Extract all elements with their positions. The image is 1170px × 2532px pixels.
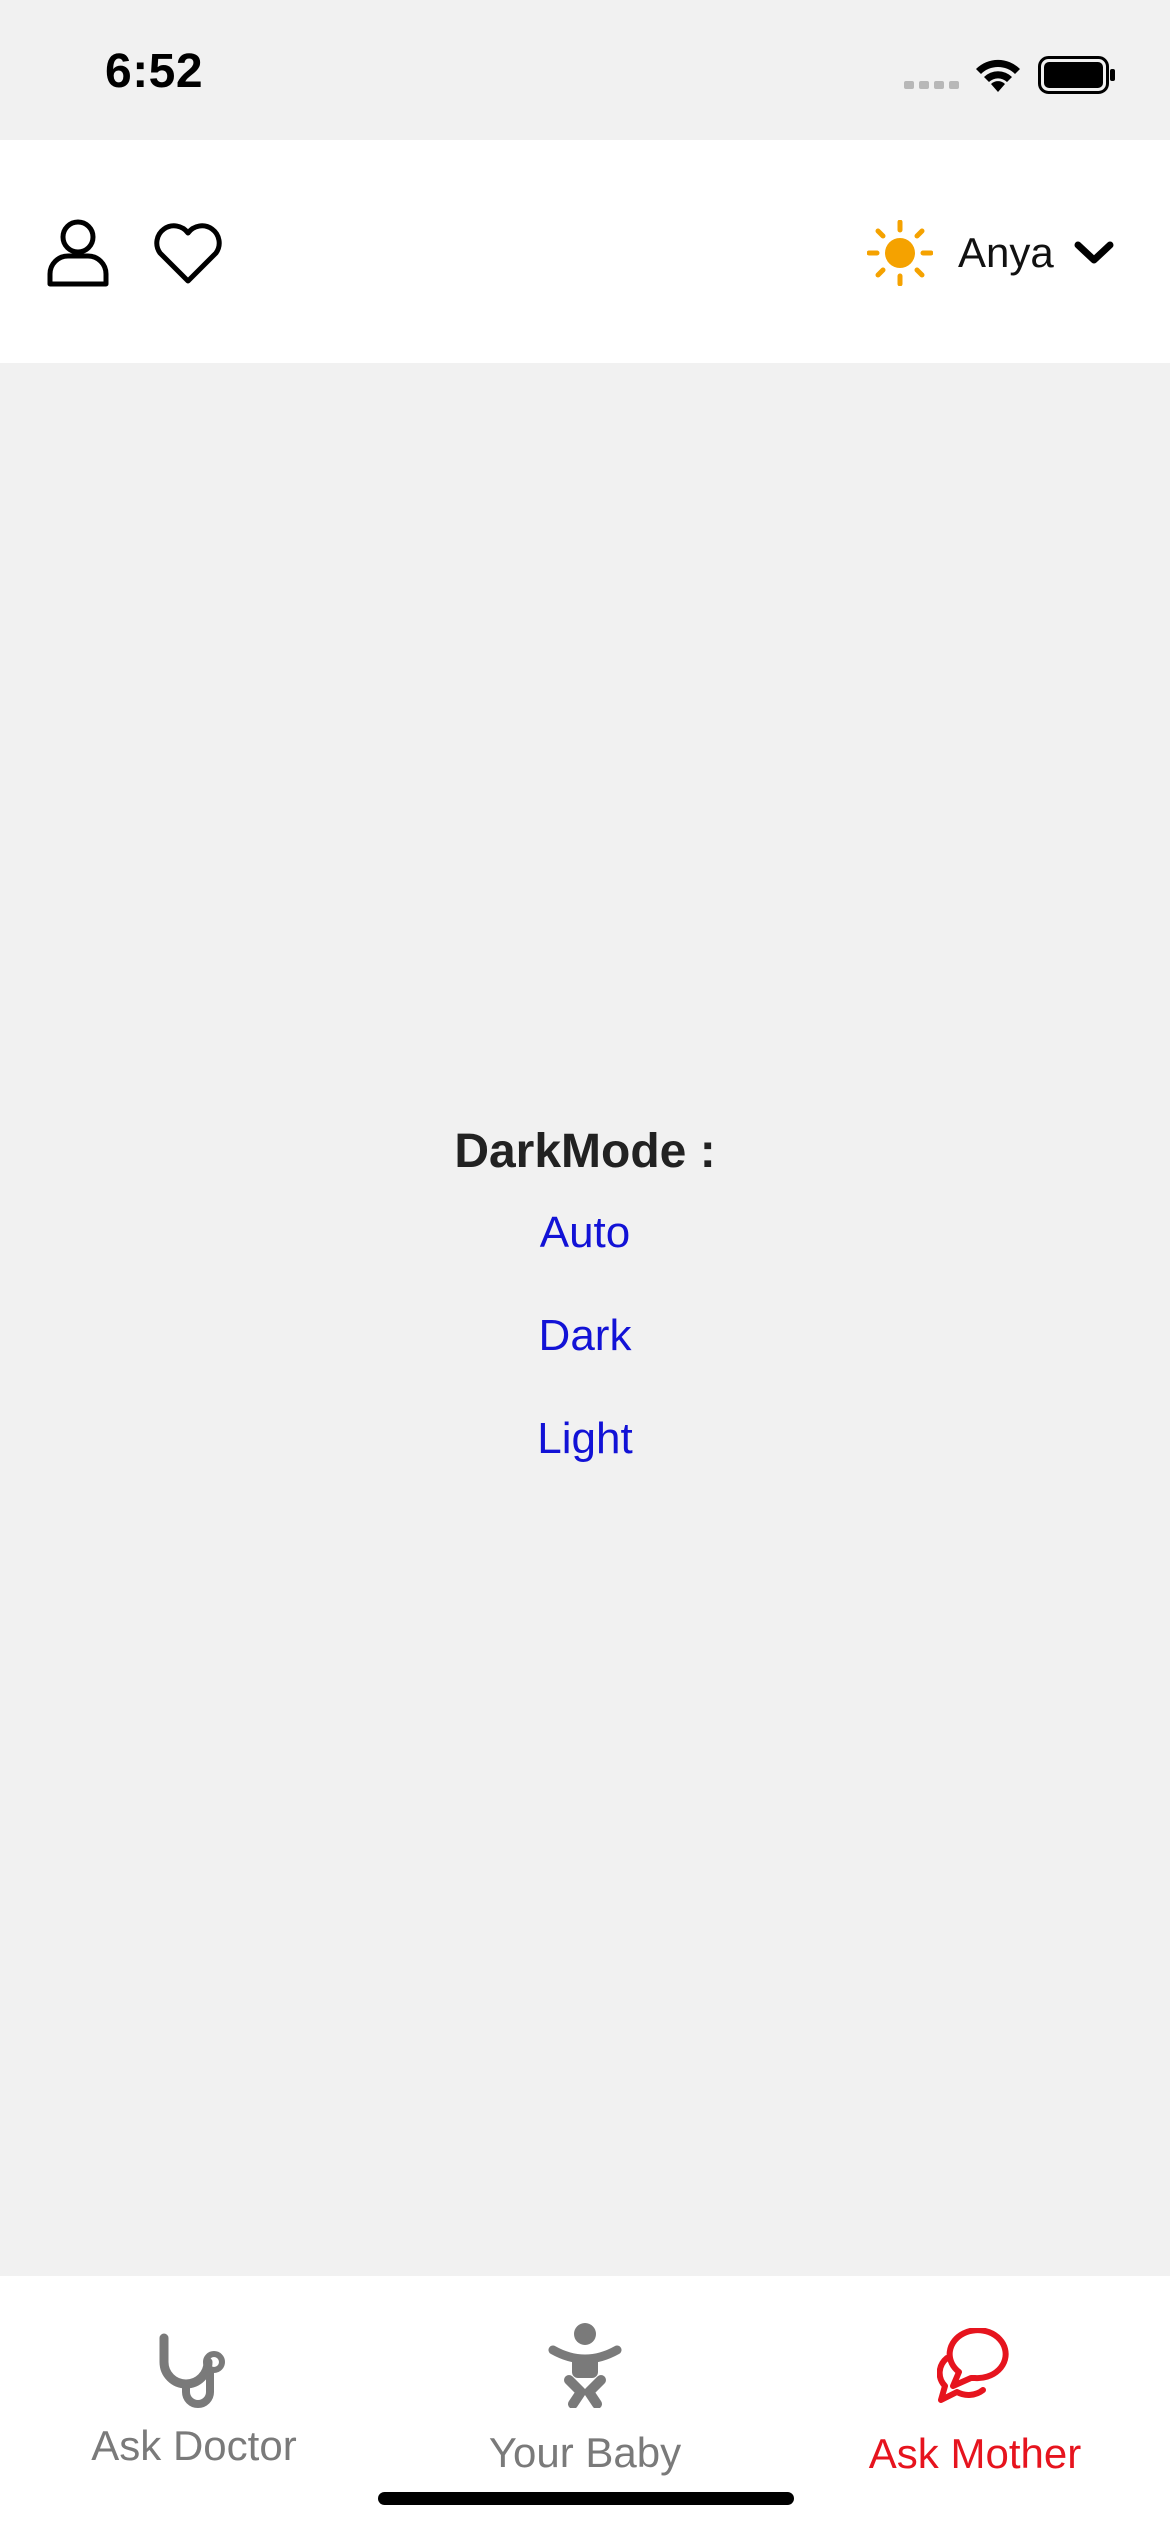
sun-icon[interactable] bbox=[867, 220, 933, 286]
user-menu[interactable]: Anya bbox=[958, 224, 1114, 282]
user-name: Anya bbox=[958, 229, 1054, 276]
profile-icon[interactable] bbox=[45, 218, 111, 288]
baby-icon bbox=[548, 2323, 622, 2408]
chevron-down-icon bbox=[1074, 241, 1114, 264]
tab-label: Ask Mother bbox=[868, 2430, 1082, 2477]
tab-ask-doctor[interactable]: Ask Doctor bbox=[0, 2276, 390, 2532]
app-header: Anya bbox=[0, 140, 1170, 363]
wifi-icon bbox=[976, 59, 1020, 92]
tab-label: Your Baby bbox=[488, 2429, 682, 2476]
chat-bubbles-icon bbox=[937, 2328, 1009, 2403]
darkmode-option-auto[interactable]: Auto bbox=[0, 1208, 1170, 1258]
darkmode-option-light[interactable]: Light bbox=[0, 1414, 1170, 1464]
main-content: DarkMode : Auto Dark Light bbox=[0, 363, 1170, 2276]
battery-icon bbox=[1038, 56, 1115, 94]
darkmode-title: DarkMode : bbox=[454, 1125, 716, 1178]
favorites-heart-icon[interactable] bbox=[152, 222, 224, 286]
tab-ask-mother[interactable]: Ask Mother bbox=[780, 2276, 1170, 2532]
stethoscope-icon bbox=[159, 2333, 225, 2408]
home-indicator bbox=[378, 2492, 794, 2505]
tab-label: Ask Doctor bbox=[91, 2422, 297, 2469]
status-time: 6:52 bbox=[105, 45, 204, 98]
darkmode-option-dark[interactable]: Dark bbox=[0, 1311, 1170, 1361]
cellular-signal-icon bbox=[904, 81, 959, 89]
status-bar: 6:52 bbox=[0, 0, 1170, 140]
